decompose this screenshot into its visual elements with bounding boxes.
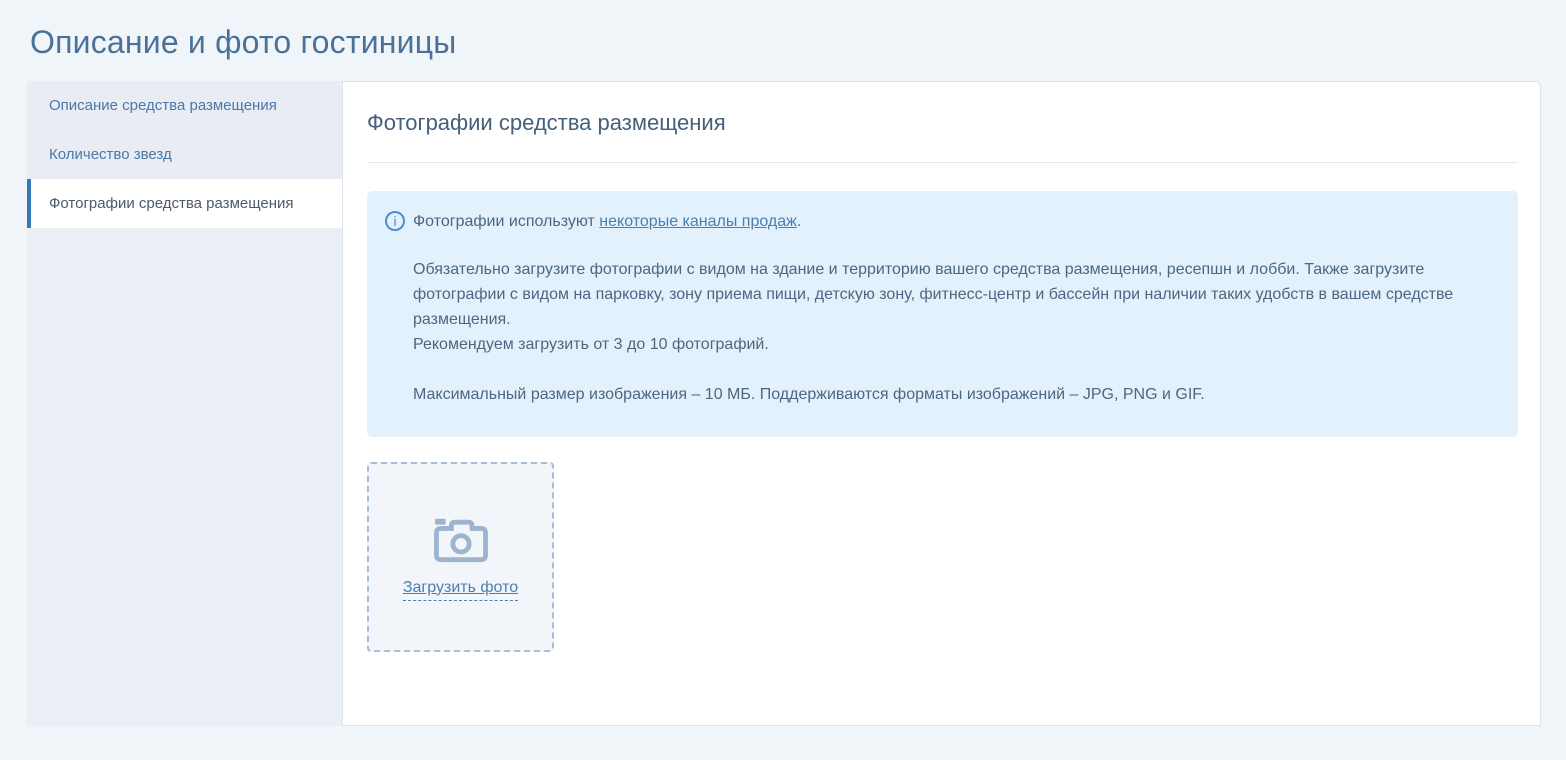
camera-icon — [432, 514, 490, 569]
sales-channels-link[interactable]: некоторые каналы продаж — [599, 213, 797, 230]
sidebar-item-stars[interactable]: Количество звезд — [27, 130, 342, 179]
section-heading: Фотографии средства размещения — [367, 110, 726, 135]
info-upload-requirements: Обязательно загрузите фотографии с видом… — [413, 261, 1454, 328]
main-layout: Описание средства размещения Количество … — [27, 81, 1541, 726]
sidebar: Описание средства размещения Количество … — [27, 81, 342, 726]
upload-photo-link[interactable]: Загрузить фото — [402, 579, 519, 601]
content-panel: Фотографии средства размещения i Фотогра… — [342, 81, 1541, 726]
upload-photo-dropzone[interactable]: Загрузить фото — [367, 462, 554, 652]
info-content: Фотографии используют некоторые каналы п… — [413, 209, 1490, 407]
info-paragraph: Обязательно загрузите фотографии с видом… — [413, 257, 1490, 357]
info-box: i Фотографии используют некоторые каналы… — [367, 191, 1518, 437]
info-icon: i — [385, 211, 405, 231]
sidebar-item-photos[interactable]: Фотографии средства размещения — [27, 179, 342, 228]
info-size-limits: Максимальный размер изображения – 10 МБ.… — [413, 386, 1205, 403]
info-intro-prefix: Фотографии используют — [413, 213, 600, 230]
info-intro-line: Фотографии используют некоторые каналы п… — [413, 209, 1490, 234]
info-recommendation: Рекомендуем загрузить от 3 до 10 фотогра… — [413, 336, 769, 353]
sidebar-filler — [27, 228, 342, 726]
page-title: Описание и фото гостиницы — [30, 24, 457, 60]
heading-divider — [367, 162, 1518, 163]
info-intro-suffix: . — [796, 213, 802, 230]
sidebar-item-description[interactable]: Описание средства размещения — [27, 81, 342, 130]
